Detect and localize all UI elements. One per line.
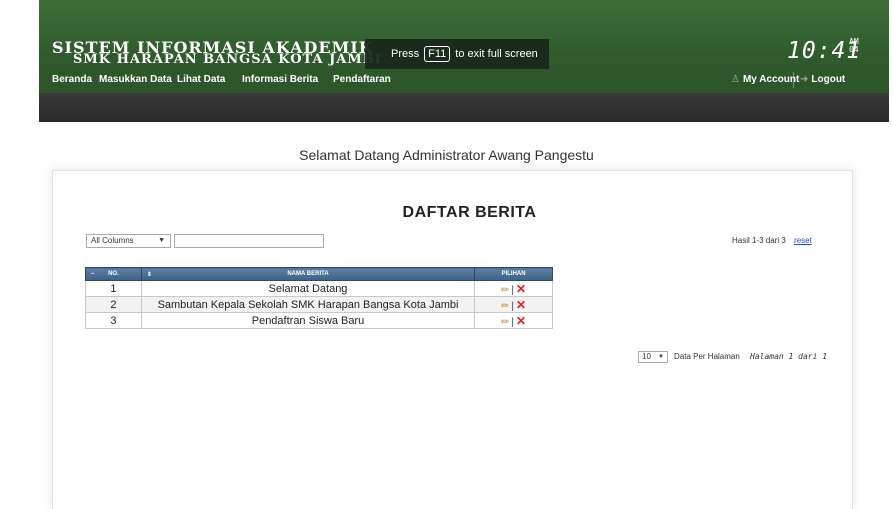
news-title: Sambutan Kepala Sekolah SMK Harapan Bang… xyxy=(140,296,476,313)
row-number: 1 xyxy=(85,280,142,297)
menu-divider xyxy=(793,72,794,88)
edit-pencil-icon[interactable]: ✏ xyxy=(501,301,509,312)
page-title: DAFTAR BERITA xyxy=(402,204,537,221)
news-table: – NO. ⇕ NAMA BERITA PILIHAN 1 Selamat Da… xyxy=(85,267,553,329)
column-header-pilihan: PILIHAN xyxy=(474,267,553,281)
clock-ampm-seconds: AM 04 xyxy=(849,38,863,54)
row-actions: ✏ | ✕ xyxy=(474,312,553,329)
news-title: Pendaftran Siswa Baru xyxy=(140,312,476,329)
menu-item-pendaftaran[interactable]: Pendaftaran xyxy=(333,74,391,85)
app-title-line2: SMK HARAPAN BANGSA KOTA JAMBI xyxy=(73,52,382,67)
page-info: Halaman 1 dari 1 xyxy=(750,352,828,361)
result-count: Hasil 1-3 dari 3 xyxy=(732,236,786,245)
row-number: 3 xyxy=(85,312,142,329)
column-header-no-label: NO. xyxy=(108,271,119,277)
result-info: Hasil 1-3 dari 3 reset xyxy=(732,236,812,245)
delete-x-icon[interactable]: ✕ xyxy=(516,314,526,328)
delete-x-icon[interactable]: ✕ xyxy=(516,298,526,312)
fullscreen-notice: Press F11 to exit full screen xyxy=(365,39,549,69)
sort-icon: – xyxy=(91,271,95,277)
column-header-pilihan-label: PILIHAN xyxy=(501,271,526,277)
reset-link[interactable]: reset xyxy=(794,236,812,245)
per-page-select[interactable]: 10 ▼ xyxy=(638,351,668,363)
row-actions: ✏ | ✕ xyxy=(474,296,553,313)
welcome-message: Selamat Datang Administrator Awang Pange… xyxy=(299,147,594,163)
dropdown-arrow-icon: ▼ xyxy=(158,237,165,244)
my-account-label: My Account xyxy=(742,74,800,85)
column-header-nama-berita[interactable]: ⇕ NAMA BERITA xyxy=(140,267,476,281)
sort-icon: ⇕ xyxy=(146,272,152,278)
logout-link[interactable]: ➜ Logout xyxy=(800,74,845,85)
row-actions: ✏ | ✕ xyxy=(474,280,553,297)
logout-label: Logout xyxy=(811,74,846,85)
sub-header-bar xyxy=(39,93,889,122)
news-title: Selamat Datang xyxy=(140,280,476,297)
column-filter-value: All Columns xyxy=(91,236,134,245)
logout-arrow-icon: ➜ xyxy=(800,74,809,85)
action-separator: | xyxy=(511,300,515,312)
edit-pencil-icon[interactable]: ✏ xyxy=(501,317,509,328)
menu-item-informasi-berita[interactable]: Informasi Berita xyxy=(242,74,318,85)
table-header-row: – NO. ⇕ NAMA BERITA PILIHAN xyxy=(85,267,553,281)
main-menu: Beranda Masukkan Data Lihat Data Informa… xyxy=(39,72,889,90)
fullscreen-notice-prefix: Press xyxy=(391,48,420,60)
column-header-no[interactable]: – NO. xyxy=(85,267,142,281)
content-panel: DAFTAR BERITA All Columns ▼ Hasil 1-3 da… xyxy=(52,170,853,509)
column-filter-select[interactable]: All Columns ▼ xyxy=(86,234,171,248)
edit-pencil-icon[interactable]: ✏ xyxy=(501,285,509,296)
my-account-link[interactable]: ♙ My Account xyxy=(731,74,799,85)
table-row: 2 Sambutan Kepala Sekolah SMK Harapan Ba… xyxy=(85,296,553,313)
menu-item-beranda[interactable]: Beranda xyxy=(52,74,92,85)
action-separator: | xyxy=(511,284,515,296)
menu-item-lihat-data[interactable]: Lihat Data xyxy=(177,74,225,85)
row-number: 2 xyxy=(85,296,142,313)
search-input[interactable] xyxy=(174,234,324,248)
table-row: 3 Pendaftran Siswa Baru ✏ | ✕ xyxy=(85,312,553,329)
f11-key-badge: F11 xyxy=(424,46,451,62)
table-row: 1 Selamat Datang ✏ | ✕ xyxy=(85,280,553,297)
menu-item-masukkan-data[interactable]: Masukkan Data xyxy=(99,74,172,85)
fullscreen-notice-suffix: to exit full screen xyxy=(455,48,538,60)
header: SISTEM INFORMASI AKADEMIK SMK HARAPAN BA… xyxy=(39,0,889,122)
clock-seconds: 04 xyxy=(849,45,859,54)
delete-x-icon[interactable]: ✕ xyxy=(516,282,526,296)
user-icon: ♙ xyxy=(731,74,740,85)
action-separator: | xyxy=(511,316,515,328)
app-root: SISTEM INFORMASI AKADEMIK SMK HARAPAN BA… xyxy=(0,0,893,509)
column-header-nama-label: NAMA BERITA xyxy=(287,271,329,277)
per-page-label: Data Per Halaman xyxy=(674,352,740,361)
per-page-value: 10 xyxy=(642,352,651,361)
dropdown-arrow-icon: ▼ xyxy=(658,354,664,360)
